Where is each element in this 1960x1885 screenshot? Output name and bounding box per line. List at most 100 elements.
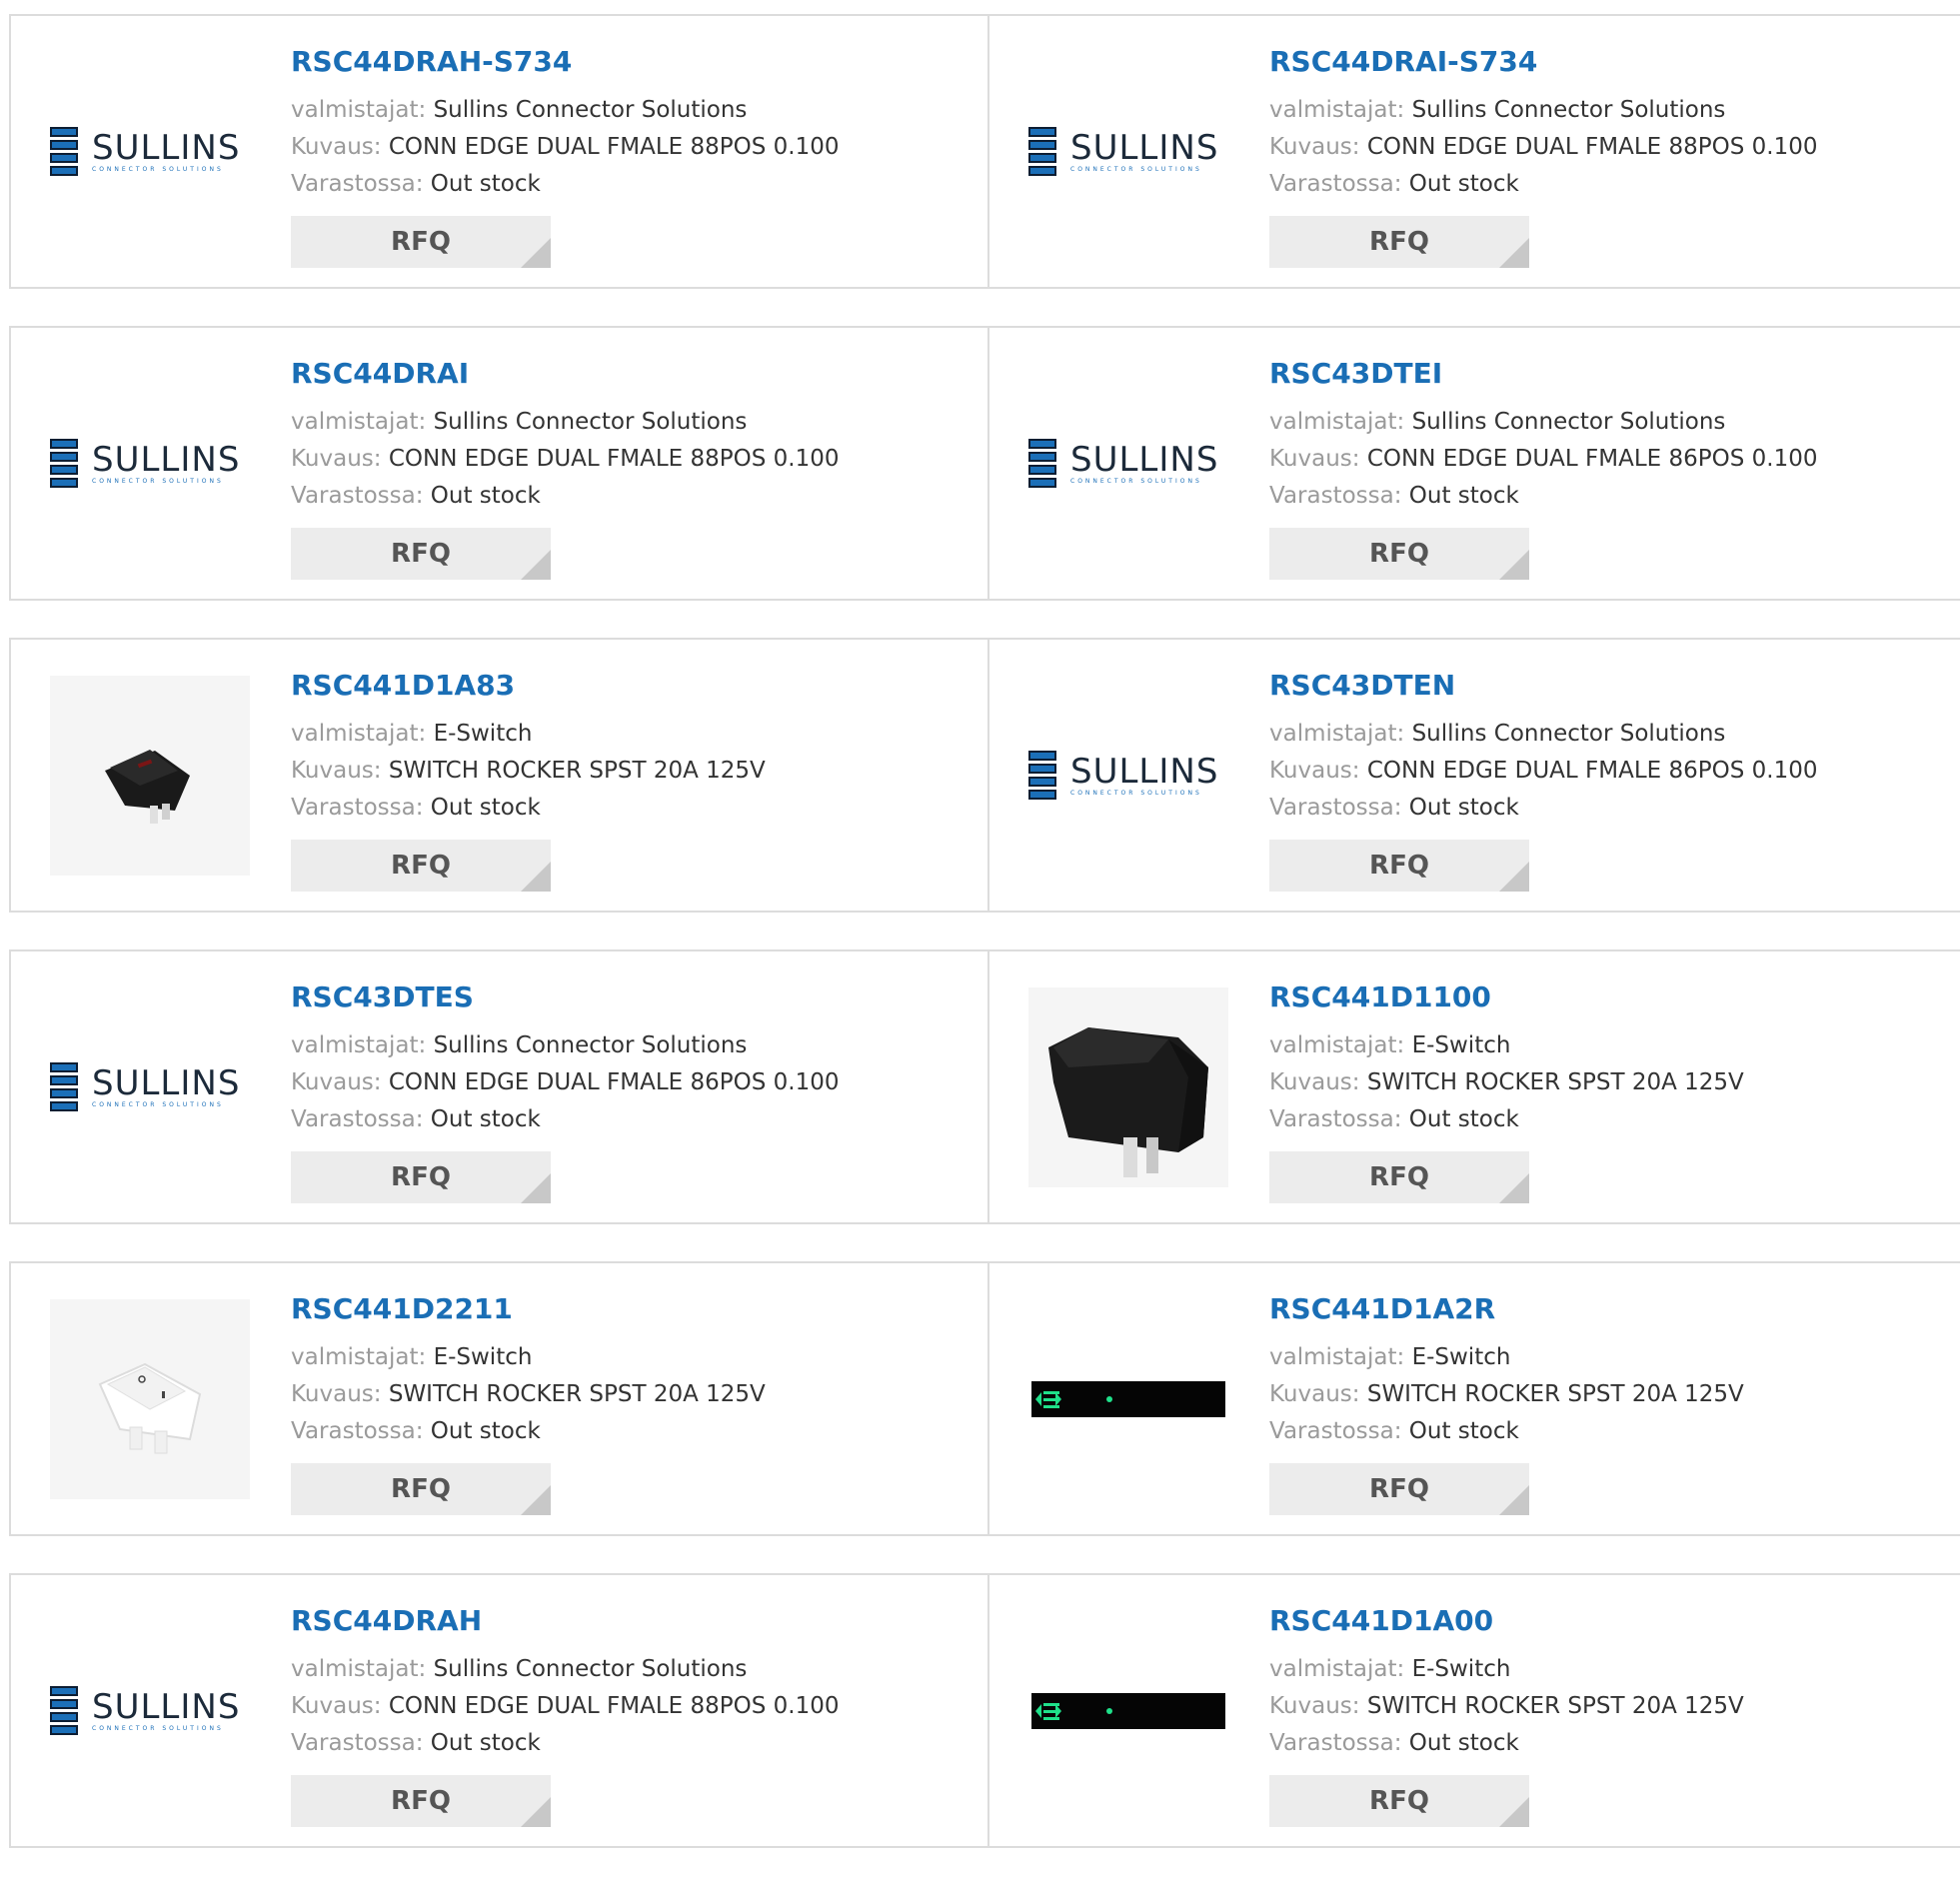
stock-label: Varastossa:: [291, 1106, 424, 1132]
product-image[interactable]: SULLINS CONNECTOR SOLUTIONS: [50, 987, 250, 1187]
manufacturer-label: valmistajat:: [1269, 409, 1405, 435]
sullins-logo: SULLINS CONNECTOR SOLUTIONS: [50, 127, 250, 176]
sullins-logo-text: SULLINS: [1070, 751, 1219, 792]
description-value: SWITCH ROCKER SPST 20A 125V: [388, 1381, 766, 1407]
product-image[interactable]: SULLINS CONNECTOR SOLUTIONS: [50, 1611, 250, 1811]
rfq-button[interactable]: RFQ: [1269, 1463, 1529, 1515]
rfq-button[interactable]: RFQ: [291, 1151, 551, 1203]
rfq-button[interactable]: RFQ: [291, 216, 551, 268]
rfq-button[interactable]: RFQ: [291, 1463, 551, 1515]
rfq-button[interactable]: RFQ: [1269, 528, 1529, 580]
rfq-label: RFQ: [391, 539, 451, 569]
rfq-button[interactable]: RFQ: [291, 1775, 551, 1827]
part-number-link[interactable]: RSC43DTEI: [1269, 356, 1818, 404]
rfq-label: RFQ: [1369, 1474, 1429, 1504]
sullins-logo-text: SULLINS: [92, 1062, 241, 1103]
rfq-button[interactable]: RFQ: [1269, 1775, 1529, 1827]
white-rocker-switch-image: [50, 1298, 250, 1499]
product-info: RSC43DTEN valmistajat: Sullins Connector…: [1269, 668, 1818, 892]
product-image[interactable]: [1028, 986, 1228, 1187]
sullins-logo-text: SULLINS: [92, 127, 241, 168]
rfq-label: RFQ: [391, 1162, 451, 1192]
description-row: Kuvaus: CONN EDGE DUAL FMALE 88POS 0.100: [291, 129, 840, 166]
stock-row: Varastossa: Out stock: [1269, 1101, 1744, 1138]
stock-label: Varastossa:: [291, 1418, 424, 1444]
rfq-label: RFQ: [1369, 851, 1429, 881]
part-number-link[interactable]: RSC43DTEN: [1269, 668, 1818, 716]
part-number-link[interactable]: RSC441D1A83: [291, 668, 766, 716]
stock-value: Out stock: [430, 1106, 541, 1132]
product-image[interactable]: SULLINS CONNECTOR SOLUTIONS: [1028, 52, 1228, 252]
rfq-button[interactable]: RFQ: [1269, 840, 1529, 892]
rfq-button[interactable]: RFQ: [291, 840, 551, 892]
part-number-link[interactable]: RSC441D1A00: [1269, 1603, 1744, 1651]
rfq-corner-decoration: [1499, 1797, 1529, 1827]
part-number-link[interactable]: RSC44DRAH: [291, 1603, 840, 1651]
part-number-link[interactable]: RSC44DRAH-S734: [291, 44, 840, 92]
description-value: CONN EDGE DUAL FMALE 88POS 0.100: [388, 134, 840, 160]
rfq-button[interactable]: RFQ: [1269, 216, 1529, 268]
part-number-link[interactable]: RSC441D2211: [291, 1291, 766, 1339]
stock-label: Varastossa:: [1269, 795, 1402, 821]
sullins-logo-text: SULLINS: [1070, 439, 1219, 480]
product-card: SULLINS CONNECTOR SOLUTIONS RSC43DTEN val…: [987, 640, 1960, 911]
product-image[interactable]: SULLINS CONNECTOR SOLUTIONS: [1028, 676, 1228, 876]
description-label: Kuvaus:: [1269, 1693, 1360, 1719]
manufacturer-row: valmistajat: E-Switch: [1269, 1339, 1744, 1376]
product-info: RSC441D1A2R valmistajat: E-Switch Kuvaus…: [1269, 1291, 1744, 1515]
rfq-label: RFQ: [1369, 1786, 1429, 1816]
description-value: CONN EDGE DUAL FMALE 88POS 0.100: [388, 446, 840, 472]
rfq-label: RFQ: [391, 1786, 451, 1816]
rfq-corner-decoration: [521, 1173, 551, 1203]
stock-label: Varastossa:: [1269, 483, 1402, 509]
product-image[interactable]: [1028, 1299, 1228, 1499]
manufacturer-value: Sullins Connector Solutions: [433, 1656, 748, 1682]
rfq-button[interactable]: RFQ: [291, 528, 551, 580]
product-card: RSC441D1A2R valmistajat: E-Switch Kuvaus…: [987, 1263, 1960, 1534]
manufacturer-row: valmistajat: Sullins Connector Solutions: [1269, 404, 1818, 441]
rfq-button[interactable]: RFQ: [1269, 1151, 1529, 1203]
sullins-logo-bars: [1028, 127, 1056, 176]
stock-row: Varastossa: Out stock: [1269, 166, 1818, 203]
rfq-label: RFQ: [1369, 227, 1429, 257]
sullins-logo-subtext: CONNECTOR SOLUTIONS: [92, 165, 224, 173]
product-image[interactable]: SULLINS CONNECTOR SOLUTIONS: [1028, 364, 1228, 564]
product-row: SULLINS CONNECTOR SOLUTIONS RSC44DRAI val…: [9, 326, 1960, 601]
manufacturer-value: E-Switch: [1411, 1344, 1511, 1370]
description-label: Kuvaus:: [1269, 1069, 1360, 1095]
rfq-corner-decoration: [1499, 862, 1529, 892]
stock-row: Varastossa: Out stock: [1269, 1413, 1744, 1450]
sullins-logo-bars: [50, 1686, 78, 1735]
manufacturer-label: valmistajat:: [291, 1032, 427, 1058]
stock-label: Varastossa:: [1269, 1730, 1402, 1756]
stock-row: Varastossa: Out stock: [291, 478, 840, 515]
product-image[interactable]: SULLINS CONNECTOR SOLUTIONS: [50, 52, 250, 252]
stock-row: Varastossa: Out stock: [1269, 1725, 1744, 1762]
description-label: Kuvaus:: [1269, 1381, 1360, 1407]
product-card: SULLINS CONNECTOR SOLUTIONS RSC44DRAI val…: [11, 328, 987, 599]
manufacturer-row: valmistajat: Sullins Connector Solutions: [291, 404, 840, 441]
product-image[interactable]: [50, 1298, 250, 1499]
rfq-corner-decoration: [1499, 1173, 1529, 1203]
manufacturer-label: valmistajat:: [291, 1344, 427, 1370]
product-image[interactable]: [50, 675, 250, 876]
manufacturer-row: valmistajat: Sullins Connector Solutions: [291, 1651, 840, 1688]
rfq-label: RFQ: [391, 227, 451, 257]
product-image[interactable]: SULLINS CONNECTOR SOLUTIONS: [50, 364, 250, 564]
part-number-link[interactable]: RSC43DTES: [291, 979, 840, 1027]
part-number-link[interactable]: RSC441D1A2R: [1269, 1291, 1744, 1339]
manufacturer-value: Sullins Connector Solutions: [433, 409, 748, 435]
part-number-link[interactable]: RSC441D1100: [1269, 979, 1744, 1027]
description-row: Kuvaus: CONN EDGE DUAL FMALE 86POS 0.100: [1269, 441, 1818, 478]
product-info: RSC43DTES valmistajat: Sullins Connector…: [291, 979, 840, 1203]
part-number-link[interactable]: RSC44DRAI-S734: [1269, 44, 1818, 92]
stock-value: Out stock: [430, 171, 541, 197]
rfq-corner-decoration: [1499, 1485, 1529, 1515]
description-row: Kuvaus: SWITCH ROCKER SPST 20A 125V: [1269, 1376, 1744, 1413]
product-image[interactable]: [1028, 1611, 1228, 1811]
description-row: Kuvaus: CONN EDGE DUAL FMALE 88POS 0.100: [291, 441, 840, 478]
sullins-logo: SULLINS CONNECTOR SOLUTIONS: [50, 439, 250, 488]
rfq-corner-decoration: [521, 1797, 551, 1827]
stock-label: Varastossa:: [1269, 1106, 1402, 1132]
part-number-link[interactable]: RSC44DRAI: [291, 356, 840, 404]
